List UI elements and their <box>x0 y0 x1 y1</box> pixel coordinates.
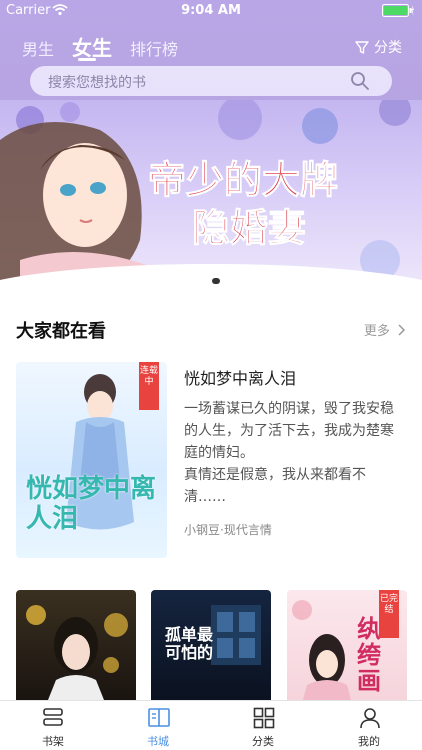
featured-book-meta: 小钢豆·现代言情 <box>184 523 272 537</box>
tabbar-item-category[interactable]: 分类 <box>210 701 316 750</box>
section-header: 大家都在看 更多 <box>16 317 406 343</box>
header: Carrier 9:04 AM 男生 女生 排行榜 分类 搜索您想找的书 <box>0 0 422 100</box>
featured-book-cover[interactable]: 恍如梦中离人泪 连载中 <box>16 362 167 558</box>
featured-book-description: 一场蓄谋已久的阴谋，毁了我安稳的人生，为了活下去，我成为楚寒庭的情妇。 真情还是… <box>184 401 394 505</box>
tabbar-label: 我的 <box>358 735 380 748</box>
category-button[interactable]: 分类 <box>354 37 402 57</box>
tab-male[interactable]: 男生 <box>22 36 54 60</box>
pager-dot-active[interactable] <box>212 278 220 284</box>
battery-icon <box>382 4 414 17</box>
chevron-right-icon <box>398 324 406 336</box>
tabbar-label: 分类 <box>252 735 274 748</box>
tab-ranking[interactable]: 排行榜 <box>130 36 178 60</box>
channel-tabs: 男生 女生 排行榜 分类 <box>0 30 422 62</box>
banner-pager <box>0 269 422 288</box>
search-placeholder: 搜索您想找的书 <box>48 75 146 91</box>
book-cover[interactable]: 纨绔画 已完结 <box>287 590 407 700</box>
more-label: 更多 <box>363 324 390 339</box>
bookshelf-icon <box>43 708 63 726</box>
cover-text: 孤单最可怕的 <box>165 625 214 662</box>
book-cover[interactable]: 孤单最可怕的 <box>151 590 271 700</box>
active-tab-indicator <box>78 58 96 61</box>
search-input[interactable]: 搜索您想找的书 <box>30 66 392 96</box>
category-label: 分类 <box>374 40 402 56</box>
promo-banner[interactable]: 帝少的大牌 隐婚妻 <box>0 100 422 296</box>
grid-icon <box>253 707 275 729</box>
featured-book-title[interactable]: 恍如梦中离人泪 <box>184 365 296 389</box>
tab-female[interactable]: 女生 <box>72 32 112 61</box>
book-cover[interactable] <box>16 590 136 700</box>
svg-text:隐婚妻: 隐婚妻 <box>192 205 306 250</box>
book-cover-art <box>26 605 128 700</box>
search-icon[interactable] <box>350 71 370 91</box>
status-badge: 连载中 <box>139 362 159 410</box>
cover-text: 恍如梦中离人泪 <box>26 474 157 534</box>
status-badge-label: 已完结 <box>379 594 398 615</box>
tabbar-label: 书城 <box>147 735 169 748</box>
tabbar-item-bookshelf[interactable]: 书架 <box>0 701 106 750</box>
tabbar-label: 书架 <box>42 735 64 748</box>
status-bar: Carrier 9:04 AM <box>0 0 422 22</box>
pager-dot[interactable] <box>202 278 208 284</box>
clock: 9:04 AM <box>181 3 241 18</box>
tabbar-item-profile[interactable]: 我的 <box>316 701 422 750</box>
bottom-tab-bar: 书架 书城 分类 我的 <box>0 700 422 750</box>
section-title: 大家都在看 <box>16 321 106 342</box>
person-icon <box>360 708 380 729</box>
status-badge-label: 连载中 <box>139 366 158 387</box>
status-badge: 已完结 <box>379 590 399 638</box>
banner-title-art: 帝少的大牌 隐婚妻 <box>148 157 339 251</box>
filter-icon <box>355 41 369 54</box>
svg-text:帝少的大牌: 帝少的大牌 <box>148 157 338 202</box>
bookstore-icon <box>148 708 170 727</box>
more-link[interactable]: 更多 <box>364 320 406 339</box>
tabbar-item-bookstore[interactable]: 书城 <box>105 701 211 750</box>
